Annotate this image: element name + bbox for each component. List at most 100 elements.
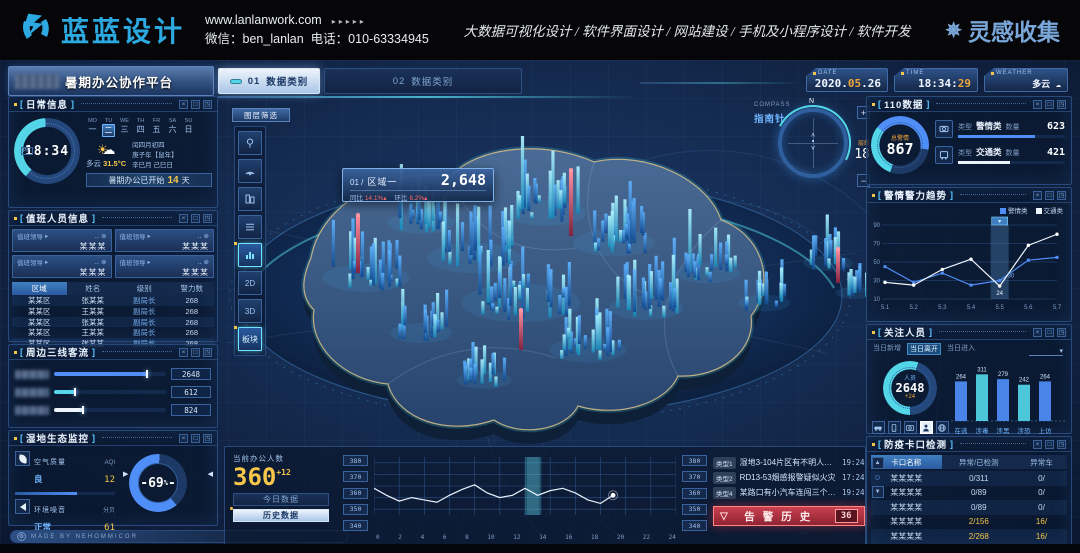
remove-icon[interactable]: ⊗ (204, 232, 209, 240)
weekday[interactable]: TU二 (102, 118, 115, 137)
eco-gauge: -69%- ▶ ◀ (121, 446, 217, 543)
office-trend-chart: 024681012141618202224 (374, 453, 676, 543)
window-icon[interactable]: □ (1045, 191, 1054, 200)
y-tick-box: 350 (682, 504, 707, 515)
close-icon[interactable]: × (1033, 191, 1042, 200)
alert-time: 19:24 (842, 488, 865, 497)
compass-dial[interactable]: ˄•˅ (778, 108, 848, 178)
divider-line (640, 82, 800, 84)
window-icon[interactable]: □ (1045, 100, 1054, 109)
tab-data-category-2[interactable]: 02 数据类别 (324, 68, 522, 94)
window-icon[interactable]: □ (1045, 328, 1054, 337)
layer-button-2D[interactable]: 2D (238, 271, 262, 295)
y-tick-box: 360 (343, 488, 368, 499)
expand-icon[interactable]: ◳ (203, 434, 212, 443)
history-data-button[interactable]: 历史数据 (233, 509, 329, 522)
scroll-up-button[interactable]: ▲ (872, 457, 884, 469)
more-icon[interactable]: ‥ (95, 258, 99, 266)
globe-icon[interactable] (936, 421, 949, 434)
lanlan-logo[interactable]: 蓝蓝设计 (20, 10, 185, 50)
close-icon[interactable]: × (1033, 328, 1042, 337)
close-icon[interactable]: × (179, 434, 188, 443)
weekday[interactable]: FR五 (150, 118, 163, 137)
svg-text:5.5: 5.5 (995, 305, 1004, 311)
today-data-button[interactable]: 今日数据 (233, 493, 329, 506)
type-count: 623 (1047, 121, 1065, 132)
more-icon[interactable]: ‥ (197, 232, 201, 240)
duty-leader-card[interactable]: 值班领导▸‥⊗某某某 (115, 229, 215, 252)
weekday[interactable]: SU日 (182, 118, 195, 137)
window-icon[interactable]: □ (191, 348, 200, 357)
chart-icon[interactable] (238, 243, 262, 267)
focus-tab[interactable]: 当日新增 (873, 343, 901, 355)
panel-title-bar: [湿地生态监控]×□◳ (9, 431, 217, 446)
duty-leader-card[interactable]: 值班领导▸‥⊗某某某 (12, 255, 112, 278)
close-icon[interactable]: × (179, 214, 188, 223)
expand-icon[interactable]: ◳ (1057, 191, 1066, 200)
svg-text:▾: ▾ (998, 219, 1001, 225)
weekday[interactable]: WE三 (118, 118, 131, 137)
expand-icon[interactable]: ◳ (1057, 440, 1066, 449)
website-link[interactable]: www.lanlanwork.com (205, 13, 322, 27)
remove-icon[interactable]: ⊗ (101, 232, 106, 240)
detect-count: 2/268 (942, 529, 1016, 544)
bottom-strip (0, 544, 1080, 553)
close-icon[interactable]: × (179, 100, 188, 109)
weekday[interactable]: SA六 (166, 118, 179, 137)
building-icon[interactable] (238, 187, 262, 211)
window-icon[interactable]: □ (191, 214, 200, 223)
more-icon[interactable]: ‥ (95, 232, 99, 240)
detect-count: 2/156 (942, 515, 1016, 530)
duty-leader-cards: 值班领导▸‥⊗某某某值班领导▸‥⊗某某某值班领导▸‥⊗某某某值班领导▸‥⊗某某某 (9, 226, 217, 281)
tab-data-category-1[interactable]: 01 数据类别 (218, 68, 320, 94)
window-icon[interactable]: □ (191, 100, 200, 109)
radar-icon[interactable] (238, 159, 262, 183)
duty-leader-card[interactable]: 值班领导▸‥⊗某某某 (115, 255, 215, 278)
gauge-right-arrow[interactable]: ◀ (208, 470, 213, 478)
platform-title: 暑期办公协作平台 (65, 72, 173, 91)
scroll-down-button[interactable]: ▼ (872, 486, 884, 498)
duty-leader-card[interactable]: 值班领导▸‥⊗某某某 (12, 229, 112, 252)
expand-icon[interactable]: ◳ (203, 348, 212, 357)
inspiration-collect[interactable]: ✵ 灵感收集 (945, 13, 1060, 47)
remove-icon[interactable]: ⊗ (204, 258, 209, 266)
arrow-icon: ▸ (148, 232, 151, 240)
focus-tab[interactable]: 当日离开 (907, 343, 941, 355)
alert-row[interactable]: 类型1湿地3-104片区有不明人员闯入19:24 (713, 455, 865, 470)
close-icon[interactable]: × (179, 348, 188, 357)
person-icon[interactable] (920, 421, 933, 434)
list-icon[interactable] (238, 215, 262, 239)
layer-button-3D[interactable]: 3D (238, 299, 262, 323)
remove-icon[interactable]: ⊗ (101, 258, 106, 266)
pin-icon[interactable] (238, 131, 262, 155)
svg-text:264: 264 (1040, 374, 1051, 380)
window-icon[interactable]: □ (191, 434, 200, 443)
layer-button-板块[interactable]: 板块 (238, 327, 262, 351)
close-icon[interactable]: × (1033, 440, 1042, 449)
period-dropdown[interactable]: ▾ (1029, 347, 1063, 356)
weekday[interactable]: MO一 (86, 118, 99, 137)
window-icon[interactable]: □ (1045, 440, 1054, 449)
focus-tab[interactable]: 当日进入 (947, 343, 975, 355)
alarm-history-banner[interactable]: ▽ 告警历史 36 (713, 506, 865, 526)
table-cell: 某某区 (12, 295, 67, 306)
time-widget: TIME 18:34:29 (894, 68, 978, 92)
expand-icon[interactable]: ◳ (1057, 328, 1066, 337)
column-header[interactable]: 异常车 (1016, 455, 1067, 469)
gauge-left-arrow[interactable]: ▶ (123, 470, 128, 478)
flow-track (54, 390, 166, 394)
svg-text:70: 70 (873, 242, 880, 248)
more-icon[interactable]: ‥ (197, 258, 201, 266)
phone-icon[interactable] (888, 421, 901, 434)
camera-icon[interactable] (904, 421, 917, 434)
close-icon[interactable]: × (1033, 100, 1042, 109)
expand-icon[interactable]: ◳ (203, 100, 212, 109)
x-tick: 16 (565, 534, 572, 541)
car-icon[interactable] (872, 421, 885, 434)
alert-row[interactable]: 类型2RD13-53烟感报警疑似火灾17:24 (713, 470, 865, 485)
expand-icon[interactable]: ◳ (203, 214, 212, 223)
column-header[interactable]: 异常/已检测 (942, 455, 1016, 469)
expand-icon[interactable]: ◳ (1057, 100, 1066, 109)
weekday[interactable]: TH四 (134, 118, 147, 137)
alert-row[interactable]: 类型4某路口有小汽车连闯三个红灯19:24 (713, 485, 865, 500)
